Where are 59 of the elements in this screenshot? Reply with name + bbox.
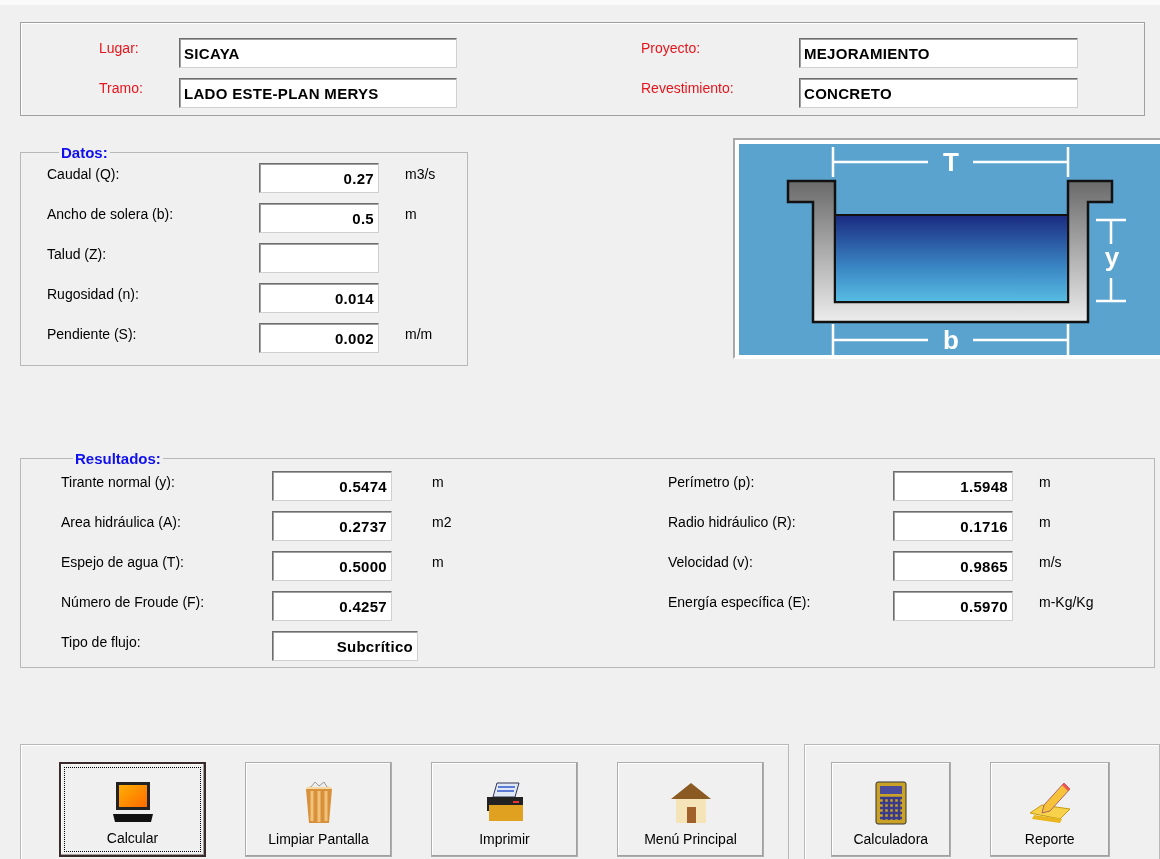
field-label: Ancho de solera (b):: [47, 205, 175, 222]
result-field[interactable]: 0.5474: [272, 471, 392, 501]
group-title: Datos:: [60, 144, 109, 161]
field-label: Tramo:: [99, 79, 144, 96]
unit-label: m3/s: [405, 165, 437, 182]
field-label: Lugar:: [99, 39, 140, 56]
result-field[interactable]: 0.5970: [893, 591, 1013, 621]
toolbar-button[interactable]: Calculadora: [830, 762, 951, 857]
input-field[interactable]: 0.002: [259, 323, 379, 353]
field-label: Radio hidráulico (R):: [668, 513, 796, 530]
toolbar-button[interactable]: Menú Principal: [617, 762, 764, 857]
result-field[interactable]: 0.1716: [893, 511, 1013, 541]
unit-label: m/s: [1039, 553, 1062, 570]
unit-label: m: [432, 553, 444, 570]
unit-label: m: [432, 473, 444, 490]
text-field[interactable]: LADO ESTE-PLAN MERYS: [179, 78, 457, 108]
field-label: Tirante normal (y):: [61, 473, 175, 490]
dimension-label: b: [943, 325, 959, 355]
pencil-on-notepad-icon: [1027, 781, 1072, 825]
result-field[interactable]: 0.2737: [272, 511, 392, 541]
field-label: Talud (Z):: [47, 245, 108, 262]
field-label: Espejo de agua (T):: [61, 553, 184, 570]
result-field[interactable]: 1.5948: [893, 471, 1013, 501]
field-label: Area hidráulica (A):: [61, 513, 181, 530]
input-field[interactable]: 0.27: [259, 163, 379, 193]
unit-label: m2: [432, 513, 452, 530]
toolbar-button[interactable]: Limpiar Pantalla: [245, 762, 392, 857]
laptop-icon: [110, 780, 155, 824]
dimension-label: y: [1104, 242, 1120, 272]
result-field[interactable]: 0.5000: [272, 551, 392, 581]
field-label: Velocidad (v):: [668, 553, 753, 570]
result-field[interactable]: Subcrítico: [272, 631, 418, 661]
dimension-label: T: [943, 147, 959, 177]
input-field[interactable]: 0.5: [259, 203, 379, 233]
unit-label: m/m: [405, 325, 434, 342]
unit-label: m: [1039, 513, 1051, 530]
field-label: Número de Froude (F):: [61, 593, 205, 610]
toolbar-button[interactable]: Imprimir: [431, 762, 578, 857]
unit-label: m: [405, 205, 418, 222]
field-label: Rugosidad (n):: [47, 285, 140, 302]
result-field[interactable]: 0.9865: [893, 551, 1013, 581]
unit-label: m-Kg/Kg: [1039, 593, 1094, 610]
text-field[interactable]: MEJORAMIENTO: [799, 38, 1078, 68]
unit-label: m: [1039, 473, 1051, 490]
field-label: Revestimiento:: [641, 79, 735, 96]
toolbar-button[interactable]: Calcular: [59, 762, 206, 857]
field-label: Tipo de flujo:: [61, 633, 141, 650]
text-field[interactable]: SICAYA: [179, 38, 457, 68]
input-field[interactable]: 0.014: [259, 283, 379, 313]
field-label: Energía específica (E):: [668, 593, 811, 610]
field-label: Perímetro (p):: [668, 473, 755, 490]
result-field[interactable]: 0.4257: [272, 591, 392, 621]
field-label: Caudal (Q):: [47, 165, 121, 182]
field-label: Proyecto:: [641, 39, 702, 56]
text-field[interactable]: CONCRETO: [799, 78, 1078, 108]
toolbar-button[interactable]: Reporte: [989, 762, 1110, 857]
group-title: Resultados:: [74, 450, 162, 467]
input-field[interactable]: [259, 243, 379, 273]
field-label: Pendiente (S):: [47, 325, 138, 342]
